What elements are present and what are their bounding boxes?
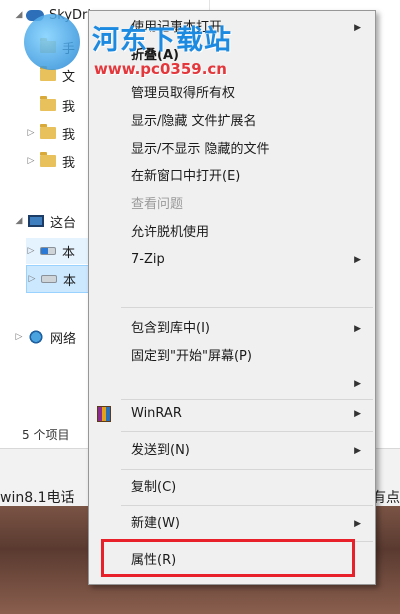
menu-item-copy[interactable]: 复制(C): [89, 477, 375, 499]
menu-item-7zip[interactable]: 7-Zip ▶: [89, 249, 375, 271]
menu-item-label: 允许脱机使用: [131, 225, 210, 240]
menu-item-open-new-window[interactable]: 在新窗口中打开(E): [89, 166, 375, 188]
highlight-box: [101, 539, 355, 577]
menu-item-new[interactable]: 新建(W) ▶: [89, 513, 375, 535]
context-menu: 使用记事本打开 ▶ 折叠(A) 管理员取得所有权 显示/隐藏 文件扩展名 显示/…: [88, 10, 376, 585]
menu-item-label: 复制(C): [131, 480, 177, 495]
expand-arrow-icon[interactable]: ▷: [26, 128, 36, 138]
nav-label: 本: [62, 245, 76, 261]
menu-item-winrar[interactable]: WinRAR ▶: [89, 403, 375, 425]
submenu-arrow-icon: ▶: [354, 519, 361, 529]
menu-separator: [121, 307, 373, 308]
item-count-status: 5 个项目: [22, 428, 70, 442]
menu-item-label: 查看问题: [131, 197, 184, 212]
folder-icon: [40, 152, 56, 167]
nav-label: 文: [62, 69, 76, 85]
menu-item-label: 7-Zip: [131, 252, 165, 267]
menu-item-pin-start[interactable]: 固定到"开始"屏幕(P): [89, 346, 375, 368]
computer-icon: [28, 215, 44, 227]
submenu-arrow-icon: ▶: [354, 255, 361, 265]
expand-arrow-icon[interactable]: ▷: [26, 156, 36, 166]
menu-item-label: 显示/不显示 隐藏的文件: [131, 142, 270, 157]
menu-item-offline[interactable]: 允许脱机使用: [89, 222, 375, 244]
menu-item-label: 发送到(N): [131, 443, 190, 458]
submenu-arrow-icon: ▶: [354, 23, 361, 33]
nav-label: 这台: [50, 215, 77, 231]
expand-arrow-icon[interactable]: ▷: [14, 332, 24, 342]
menu-item-label: 新建(W): [131, 516, 180, 531]
menu-item-label: 固定到"开始"屏幕(P): [131, 349, 252, 364]
folder-icon: [40, 96, 56, 111]
menu-item-label: 包含到库中(I): [131, 321, 210, 336]
nav-label: 我: [62, 99, 76, 115]
expand-arrow-icon[interactable]: ◢: [14, 10, 24, 20]
folder-icon: [40, 66, 56, 81]
expand-arrow-icon[interactable]: ◢: [14, 216, 24, 226]
menu-item-take-ownership[interactable]: 管理员取得所有权: [89, 83, 375, 105]
menu-item-label: 显示/隐藏 文件扩展名: [131, 114, 257, 129]
submenu-arrow-icon: ▶: [354, 446, 361, 456]
menu-separator: [121, 399, 373, 400]
taskbar-text-right: 有点: [372, 490, 400, 506]
menu-item-label: 在新窗口中打开(E): [131, 169, 241, 184]
expand-arrow-icon[interactable]: ▷: [26, 246, 36, 256]
folder-icon: [40, 124, 56, 139]
submenu-arrow-icon: ▶: [354, 379, 361, 389]
menu-item-label: 管理员取得所有权: [131, 86, 236, 101]
submenu-arrow-icon: ▶: [354, 324, 361, 334]
nav-label: 本: [63, 273, 77, 289]
menu-item-blank[interactable]: ▶: [89, 373, 375, 395]
menu-separator: [121, 469, 373, 470]
submenu-arrow-icon: ▶: [354, 409, 361, 419]
network-icon: [28, 330, 44, 344]
expand-arrow-icon[interactable]: ▷: [27, 274, 37, 284]
menu-item-label: WinRAR: [131, 406, 182, 421]
menu-separator: [121, 431, 373, 432]
nav-label: 网络: [50, 331, 77, 347]
menu-item-include-library[interactable]: 包含到库中(I) ▶: [89, 318, 375, 340]
nav-label: 我: [62, 155, 76, 171]
watermark-url: www.pc0359.cn: [94, 60, 227, 78]
nav-label: 我: [62, 127, 76, 143]
winrar-icon: [97, 406, 111, 422]
menu-item-toggle-hidden[interactable]: 显示/不显示 隐藏的文件: [89, 139, 375, 161]
drive-icon: [40, 247, 56, 255]
drive-icon: [41, 275, 57, 283]
watermark-title: 河东下载站: [92, 25, 232, 56]
watermark-logo-icon: [24, 14, 80, 70]
taskbar-text-left: win8.1电话: [0, 490, 75, 506]
menu-item-send-to[interactable]: 发送到(N) ▶: [89, 440, 375, 462]
menu-item-toggle-extensions[interactable]: 显示/隐藏 文件扩展名: [89, 111, 375, 133]
menu-item-troubleshoot: 查看问题: [89, 194, 375, 216]
menu-separator: [121, 505, 373, 506]
